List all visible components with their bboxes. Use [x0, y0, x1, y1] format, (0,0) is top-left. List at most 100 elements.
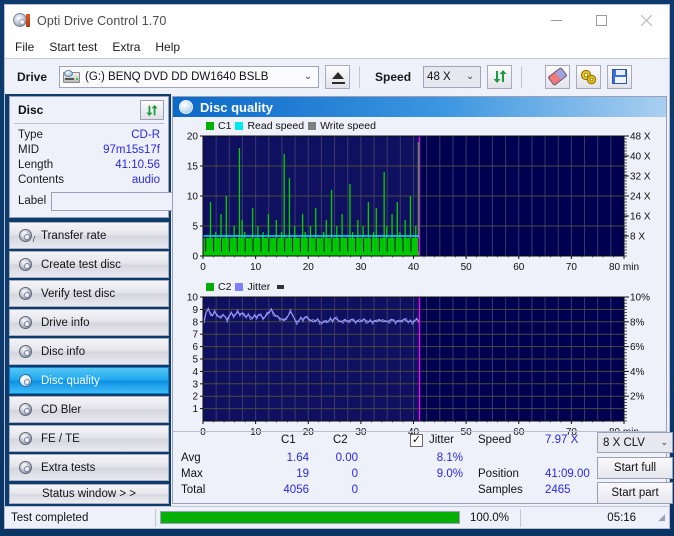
svg-text:5: 5: [192, 355, 198, 366]
legend-swatch-c2: [206, 282, 214, 291]
position-stat-label: Position: [478, 468, 519, 480]
sidebar-item-label: Disc quality: [41, 374, 100, 387]
resize-grip-icon: ◢: [658, 512, 666, 522]
refresh-icon: [493, 70, 507, 83]
svg-text:40: 40: [408, 262, 420, 273]
sidebar-item-drive-info[interactable]: Drive info: [9, 309, 169, 336]
legend-label-c1: C1: [218, 119, 232, 132]
svg-text:16 X: 16 X: [630, 212, 651, 223]
app-window: Opti Drive Control 1.70 File Start test …: [4, 4, 673, 529]
jitter-checkbox[interactable]: ✓: [410, 434, 423, 447]
svg-text:3: 3: [192, 379, 198, 390]
legend-swatch-marker: [277, 284, 285, 289]
svg-text:10: 10: [187, 293, 199, 304]
speed-select-value: 48 X: [427, 70, 451, 83]
eraser-button[interactable]: [545, 64, 571, 89]
sidebar-item-verify-test-disc[interactable]: Verify test disc: [9, 280, 169, 307]
settings-button[interactable]: [576, 64, 602, 89]
svg-text:2: 2: [192, 392, 198, 403]
disc-refresh-button[interactable]: [140, 100, 164, 120]
jitter-header-label: Jitter: [429, 434, 454, 446]
refresh-button[interactable]: [487, 64, 513, 89]
disc-type-label: Type: [18, 129, 43, 141]
disc-panel-header: Disc: [14, 100, 164, 124]
clv-speed-select[interactable]: 8 X CLV ⌄: [597, 432, 673, 453]
sidebar-item-fe-te[interactable]: FE / TE: [9, 425, 169, 452]
close-button[interactable]: [624, 5, 669, 36]
svg-text:40 X: 40 X: [630, 152, 651, 163]
disc-info-panel: Disc Type CD-R MID 97m15s17f Length 41:1…: [9, 96, 257, 218]
start-part-button[interactable]: Start part: [597, 482, 673, 504]
legend-swatch-read-speed: [235, 121, 244, 130]
svg-text:9: 9: [192, 305, 198, 316]
svg-text:2%: 2%: [630, 392, 645, 403]
legend-swatch-c1: [206, 121, 214, 130]
status-window-label: Status window > >: [42, 488, 136, 500]
drive-select[interactable]: (G:) BENQ DVD DD DW1640 BSLB ⌄: [59, 65, 320, 88]
svg-text:50: 50: [461, 262, 473, 273]
minimize-button[interactable]: [534, 5, 579, 36]
save-button[interactable]: [607, 64, 633, 89]
sidebar-item-cd-bler[interactable]: CD Bler: [9, 396, 169, 423]
sidebar-item-transfer-rate[interactable]: / Transfer rate: [9, 222, 169, 249]
speed-stat-label: Speed: [478, 434, 512, 446]
samples-stat-value: 2465: [545, 484, 571, 496]
start-full-label: Start full: [613, 462, 657, 474]
start-part-label: Start part: [611, 487, 659, 499]
svg-text:6: 6: [192, 342, 198, 353]
svg-text:6%: 6%: [630, 342, 645, 353]
sidebar-item-label: Create test disc: [41, 258, 121, 271]
svg-text:10: 10: [250, 262, 262, 273]
svg-text:8%: 8%: [630, 317, 645, 328]
svg-text:70: 70: [566, 262, 578, 273]
legend-swatch-write-speed: [308, 121, 317, 130]
start-full-button[interactable]: Start full: [597, 457, 673, 479]
content-panel: Disc quality C1 Read speed Write speed 0…: [172, 96, 673, 504]
menu-bar: File Start test Extra Help: [5, 36, 669, 58]
legend-label-jitter: Jitter: [247, 280, 271, 293]
eject-button[interactable]: [325, 64, 351, 89]
chevron-down-icon: ⌄: [660, 437, 668, 447]
stats-total-c1: 4056: [283, 484, 309, 496]
stats-max-jitter: 9.0%: [436, 468, 463, 480]
disc-length-label: Length: [18, 159, 54, 171]
speed-label: Speed: [375, 69, 412, 84]
disc-icon: /: [18, 228, 35, 244]
svg-text:20: 20: [187, 132, 199, 143]
chevron-down-icon: ⌄: [303, 71, 313, 82]
disc-row-mid: MID 97m15s17f: [14, 143, 164, 158]
c2-jitter-chart[interactable]: 123456789102%4%6%8%10%01020304050607080 …: [173, 293, 666, 443]
disc-row-length: Length 41:10.56: [14, 158, 164, 173]
status-bar: Test completed 100.0% 05:16 ◢: [5, 506, 669, 528]
stats-row-total-label: Total: [181, 484, 206, 496]
sidebar-item-disc-info[interactable]: Disc info: [9, 338, 169, 365]
svg-text:8: 8: [192, 317, 198, 328]
disc-length-value: 41:10.56: [115, 159, 160, 171]
menu-item-file[interactable]: File: [15, 40, 34, 54]
status-window-button[interactable]: Status window > >: [9, 484, 169, 504]
sidebar-item-disc-quality[interactable]: Disc quality: [9, 367, 169, 394]
legend-swatch-jitter: [235, 282, 244, 291]
main-body: Disc Type CD-R MID 97m15s17f Length 41:1…: [5, 94, 673, 506]
progress-bar: [160, 511, 460, 524]
disc-contents-label: Contents: [18, 174, 65, 186]
charts-container: C1 Read speed Write speed 0 5 10 15 20 8 X 16 …: [173, 117, 666, 439]
svg-text:32 X: 32 X: [630, 172, 651, 183]
clv-speed-value: 8 X CLV: [603, 436, 645, 449]
sidebar-item-label: Transfer rate: [41, 229, 107, 242]
chevron-down-icon: ⌄: [465, 71, 475, 82]
menu-item-start-test[interactable]: Start test: [49, 40, 97, 54]
menu-item-help[interactable]: Help: [155, 40, 180, 54]
disc-icon: [18, 344, 34, 360]
disc-icon: [18, 373, 34, 389]
disc-quality-icon: [179, 100, 193, 114]
stats-row-max-label: Max: [181, 468, 203, 480]
menu-item-extra[interactable]: Extra: [112, 40, 140, 54]
sidebar-item-extra-tests[interactable]: Extra tests: [9, 454, 169, 481]
maximize-button[interactable]: [579, 5, 624, 36]
sidebar-item-create-test-disc[interactable]: Create test disc: [9, 251, 169, 278]
progress-percent: 100.0%: [470, 511, 510, 524]
elapsed-time: 05:16: [607, 511, 637, 524]
c1-errors-chart[interactable]: 0 5 10 15 20 8 X 16 X 24 X 32 X 40 X 48 X 0 10 20 30 40…: [173, 132, 666, 278]
speed-select[interactable]: 48 X ⌄: [423, 65, 482, 88]
